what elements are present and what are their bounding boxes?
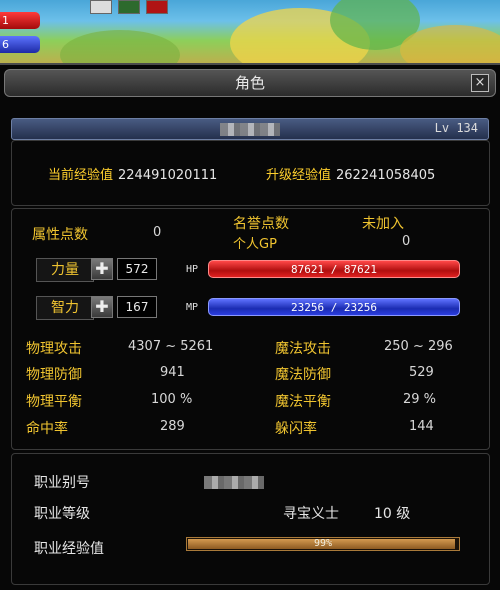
job-exp-bar: 99% — [186, 537, 460, 551]
item-slot-icon — [118, 0, 140, 14]
phys-defense-value: 941 — [160, 365, 185, 380]
personal-gp-label: 个人GP — [233, 237, 277, 252]
intelligence-label: 智力 — [36, 296, 94, 320]
item-slot-icon — [146, 0, 168, 14]
personal-gp-value: 0 — [402, 234, 411, 249]
next-exp-label: 升级经验值 — [266, 168, 332, 183]
honor-points-label: 名誉点数 — [233, 216, 289, 232]
window-title: 角色 — [234, 74, 265, 92]
dodge-rate-value: 144 — [409, 419, 434, 434]
phys-defense-label: 物理防御 — [26, 367, 82, 383]
next-exp-value: 262241058405 — [336, 168, 436, 183]
mp-bar: 23256 / 23256 — [208, 298, 460, 316]
intelligence-plus-button[interactable]: ✚ — [91, 296, 113, 318]
hud-mp-gauge: 6 — [0, 36, 40, 53]
hit-rate-label: 命中率 — [26, 421, 68, 437]
honor-points-value: 未加入 — [362, 216, 404, 232]
strength-plus-button[interactable]: ✚ — [91, 258, 113, 280]
magic-defense-value: 529 — [409, 365, 434, 380]
job-exp-text: 99% — [313, 538, 333, 549]
magic-balance-value: 29 % — [403, 392, 437, 407]
magic-defense-label: 魔法防御 — [275, 367, 331, 383]
dodge-rate-label: 躲闪率 — [275, 421, 317, 437]
character-name-redacted — [220, 123, 280, 136]
item-slot-icon — [90, 0, 112, 14]
character-name-bar: Lv 134 — [11, 118, 489, 140]
magic-balance-label: 魔法平衡 — [275, 394, 331, 410]
magic-attack-value: 250 ~ 296 — [384, 339, 453, 354]
intelligence-value: 167 — [117, 296, 157, 318]
current-exp-value: 224491020111 — [118, 168, 218, 183]
phys-attack-value: 4307 ~ 5261 — [128, 339, 214, 354]
next-level-exp: 升级经验值 262241058405 — [266, 164, 435, 183]
job-name: 寻宝义士 — [283, 506, 339, 522]
phys-balance-label: 物理平衡 — [26, 394, 82, 410]
hud-hp-gauge: 1 — [0, 12, 40, 29]
mp-tag: MP — [186, 302, 199, 313]
job-alias-label: 职业别号 — [34, 475, 90, 491]
current-exp-label: 当前经验值 — [48, 168, 114, 183]
magic-attack-label: 魔法攻击 — [275, 341, 331, 357]
phys-attack-label: 物理攻击 — [26, 341, 82, 357]
phys-balance-value: 100 % — [151, 392, 193, 407]
job-alias-redacted — [204, 476, 264, 489]
job-exp-label: 职业经验值 — [34, 541, 104, 557]
current-exp: 当前经验值 224491020111 — [48, 164, 217, 183]
strength-value: 572 — [117, 258, 157, 280]
job-level-value: 10 级 — [374, 506, 411, 522]
window-titlebar[interactable]: 角色 × — [4, 69, 496, 97]
attribute-points-label: 属性点数 — [32, 227, 88, 243]
hp-bar: 87621 / 87621 — [208, 260, 460, 278]
game-scene-background: 1 6 — [0, 0, 500, 70]
hit-rate-value: 289 — [160, 419, 185, 434]
strength-label: 力量 — [36, 258, 94, 282]
job-level-label: 职业等级 — [34, 506, 90, 522]
attribute-points-value: 0 — [153, 225, 162, 240]
character-level: Lv 134 — [434, 121, 478, 135]
close-button[interactable]: × — [471, 74, 489, 92]
hp-tag: HP — [186, 264, 199, 275]
